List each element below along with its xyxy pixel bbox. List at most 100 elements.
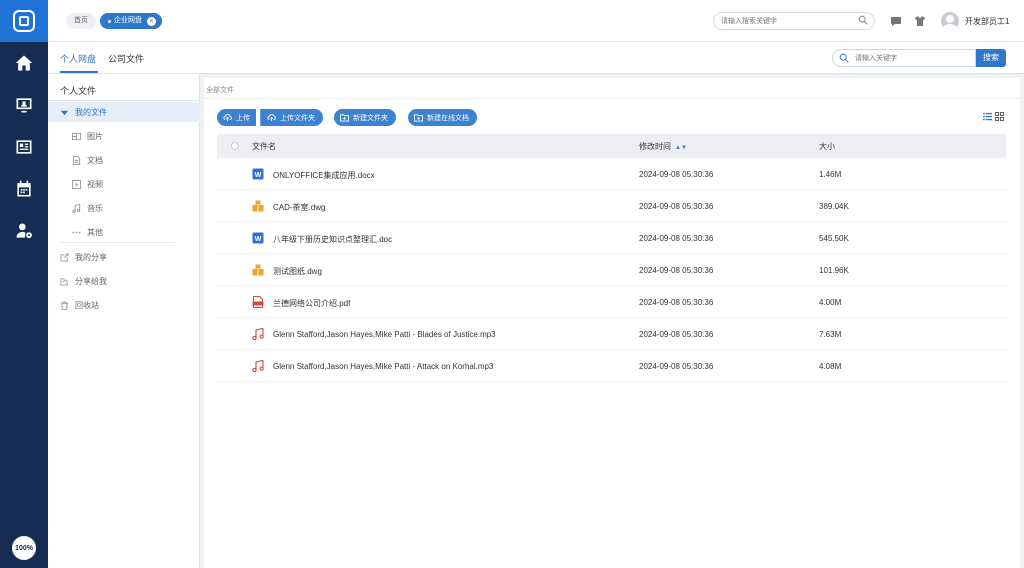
breadcrumb-tab-enterprise-disk[interactable]: 企业网盘 ×	[100, 13, 162, 29]
column-header-size[interactable]: 大小	[819, 141, 835, 152]
rail-monitor-user-icon[interactable]	[0, 84, 48, 126]
file-search-input[interactable]	[832, 49, 976, 67]
tab-personal-disk[interactable]: 个人网盘	[60, 52, 96, 65]
svg-text:W: W	[255, 236, 262, 243]
column-header-name[interactable]: 文件名	[252, 141, 276, 152]
tree-item-label: 音乐	[87, 203, 103, 213]
file-tree-panel: 个人文件 我的文件 图片 文档 视频 音乐 其他 我的分享 分享给我 回收站	[48, 74, 200, 568]
pdf-file-icon	[252, 296, 264, 308]
global-search-input[interactable]	[713, 12, 875, 30]
file-name[interactable]: 兰德网络公司介绍.pdf	[273, 298, 350, 309]
table-row[interactable]: W ONLYOFFICE集成应用.docx 2024-09-08 05:30:3…	[217, 158, 1006, 190]
rail-home-icon[interactable]	[0, 42, 48, 84]
tree-item-label: 我的文件	[75, 107, 107, 117]
list-view-icon[interactable]	[983, 112, 992, 121]
breadcrumb-home[interactable]: 首页	[66, 13, 96, 29]
music-icon	[72, 203, 81, 213]
new-online-doc-button[interactable]: 新建在线文档	[408, 109, 477, 126]
tree-item-videos[interactable]: 视频	[48, 174, 200, 194]
upload-folder-button[interactable]: 上传文件夹	[261, 109, 323, 126]
document-icon	[72, 155, 81, 165]
table-row[interactable]: W 八年级下册历史知识点整理汇.doc 2024-09-08 05:30:36 …	[217, 222, 1006, 254]
file-size: 545.50K	[819, 234, 849, 243]
upload-button[interactable]: 上传	[217, 109, 256, 126]
button-label: 上传	[236, 114, 250, 122]
dot-icon	[108, 19, 111, 23]
grid-view-icon[interactable]	[995, 112, 1004, 121]
table-header: 文件名 修改时间 ▲▼ 大小	[217, 134, 1006, 158]
tree-item-other[interactable]: 其他	[48, 222, 200, 242]
new-folder-button[interactable]: 新建文件夹	[334, 109, 396, 126]
shirt-icon[interactable]	[914, 15, 926, 27]
close-tab-icon[interactable]: ×	[147, 16, 156, 26]
table-row[interactable]: 兰德网络公司介绍.pdf 2024-09-08 05:30:36 4.00M	[217, 286, 1006, 318]
more-icon	[72, 231, 81, 233]
file-name[interactable]: ONLYOFFICE集成应用.docx	[273, 170, 375, 181]
table-row[interactable]: 测试图纸.dwg 2024-09-08 05:30:36 101.96K	[217, 254, 1006, 286]
image-icon	[72, 132, 81, 140]
tree-item-shared-with-me[interactable]: 分享给我	[48, 271, 200, 291]
rail-news-icon[interactable]	[0, 126, 48, 168]
divider	[204, 98, 1020, 99]
file-size: 4.08M	[819, 362, 842, 371]
search-button[interactable]: 搜索	[976, 49, 1006, 67]
sub-bar: 个人网盘 公司文件 搜索	[48, 42, 1024, 74]
file-modified: 2024-09-08 05:30:36	[639, 298, 714, 307]
new-document-icon	[414, 114, 423, 122]
table-row[interactable]: Glenn Stafford,Jason Hayes,Mike Patti - …	[217, 318, 1006, 350]
rail-user-settings-icon[interactable]	[0, 210, 48, 252]
file-modified: 2024-09-08 05:30:36	[639, 202, 714, 211]
rail-calendar-icon[interactable]	[0, 168, 48, 210]
app-logo[interactable]	[0, 0, 48, 42]
file-modified: 2024-09-08 05:30:36	[639, 170, 714, 179]
active-tab-indicator	[60, 71, 98, 73]
audio-file-icon	[252, 360, 264, 372]
file-modified: 2024-09-08 05:30:36	[639, 362, 714, 371]
tree-item-my-files[interactable]: 我的文件	[48, 102, 200, 122]
tree-item-my-shares[interactable]: 我的分享	[48, 247, 200, 267]
tree-item-images[interactable]: 图片	[48, 126, 200, 146]
tree-item-recycle-bin[interactable]: 回收站	[48, 295, 200, 315]
divider	[60, 242, 175, 243]
file-size: 389.04K	[819, 202, 849, 211]
column-header-label: 修改时间	[639, 142, 671, 151]
message-icon[interactable]	[890, 15, 902, 27]
tree-item-label: 视频	[87, 179, 103, 189]
tree-item-label: 回收站	[75, 300, 99, 310]
sort-icon[interactable]: ▲▼	[675, 145, 687, 151]
file-name[interactable]: Glenn Stafford,Jason Hayes,Mike Patti - …	[273, 330, 496, 339]
current-path[interactable]: 全部文件	[206, 85, 234, 95]
button-label: 新建在线文档	[427, 114, 469, 122]
word-file-icon: W	[252, 168, 264, 180]
tree-item-label: 分享给我	[75, 276, 107, 286]
select-all-checkbox[interactable]	[231, 142, 239, 150]
view-switcher	[983, 112, 1004, 121]
tree-item-documents[interactable]: 文档	[48, 150, 200, 170]
column-header-modified[interactable]: 修改时间 ▲▼	[639, 141, 687, 152]
file-name[interactable]: CAD-茶室.dwg	[273, 202, 325, 213]
search-icon[interactable]	[858, 15, 868, 25]
top-bar: 首页 企业网盘 × 开发部员工1	[48, 0, 1024, 42]
button-label: 新建文件夹	[353, 114, 388, 122]
table-row[interactable]: CAD-茶室.dwg 2024-09-08 05:30:36 389.04K	[217, 190, 1006, 222]
file-name[interactable]: 测试图纸.dwg	[273, 266, 322, 277]
breadcrumb-tab-label: 企业网盘	[114, 17, 142, 24]
word-file-icon: W	[252, 232, 264, 244]
button-label: 上传文件夹	[280, 114, 315, 122]
tab-company-files[interactable]: 公司文件	[108, 52, 144, 65]
file-size: 101.96K	[819, 266, 849, 275]
tree-item-label: 我的分享	[75, 252, 107, 262]
divider	[48, 100, 200, 101]
file-modified: 2024-09-08 05:30:36	[639, 330, 714, 339]
file-name[interactable]: Glenn Stafford,Jason Hayes,Mike Patti - …	[273, 362, 493, 371]
tree-item-label: 图片	[87, 131, 103, 141]
username[interactable]: 开发部员工1	[965, 16, 1009, 27]
cad-file-icon	[252, 200, 264, 212]
video-icon	[72, 179, 81, 189]
tree-item-music[interactable]: 音乐	[48, 198, 200, 218]
file-name[interactable]: 八年级下册历史知识点整理汇.doc	[273, 234, 392, 245]
avatar[interactable]	[941, 12, 959, 30]
file-size: 1.46M	[819, 170, 842, 179]
table-row[interactable]: Glenn Stafford,Jason Hayes,Mike Patti - …	[217, 350, 1006, 382]
zoom-badge[interactable]: 100%	[12, 536, 36, 560]
